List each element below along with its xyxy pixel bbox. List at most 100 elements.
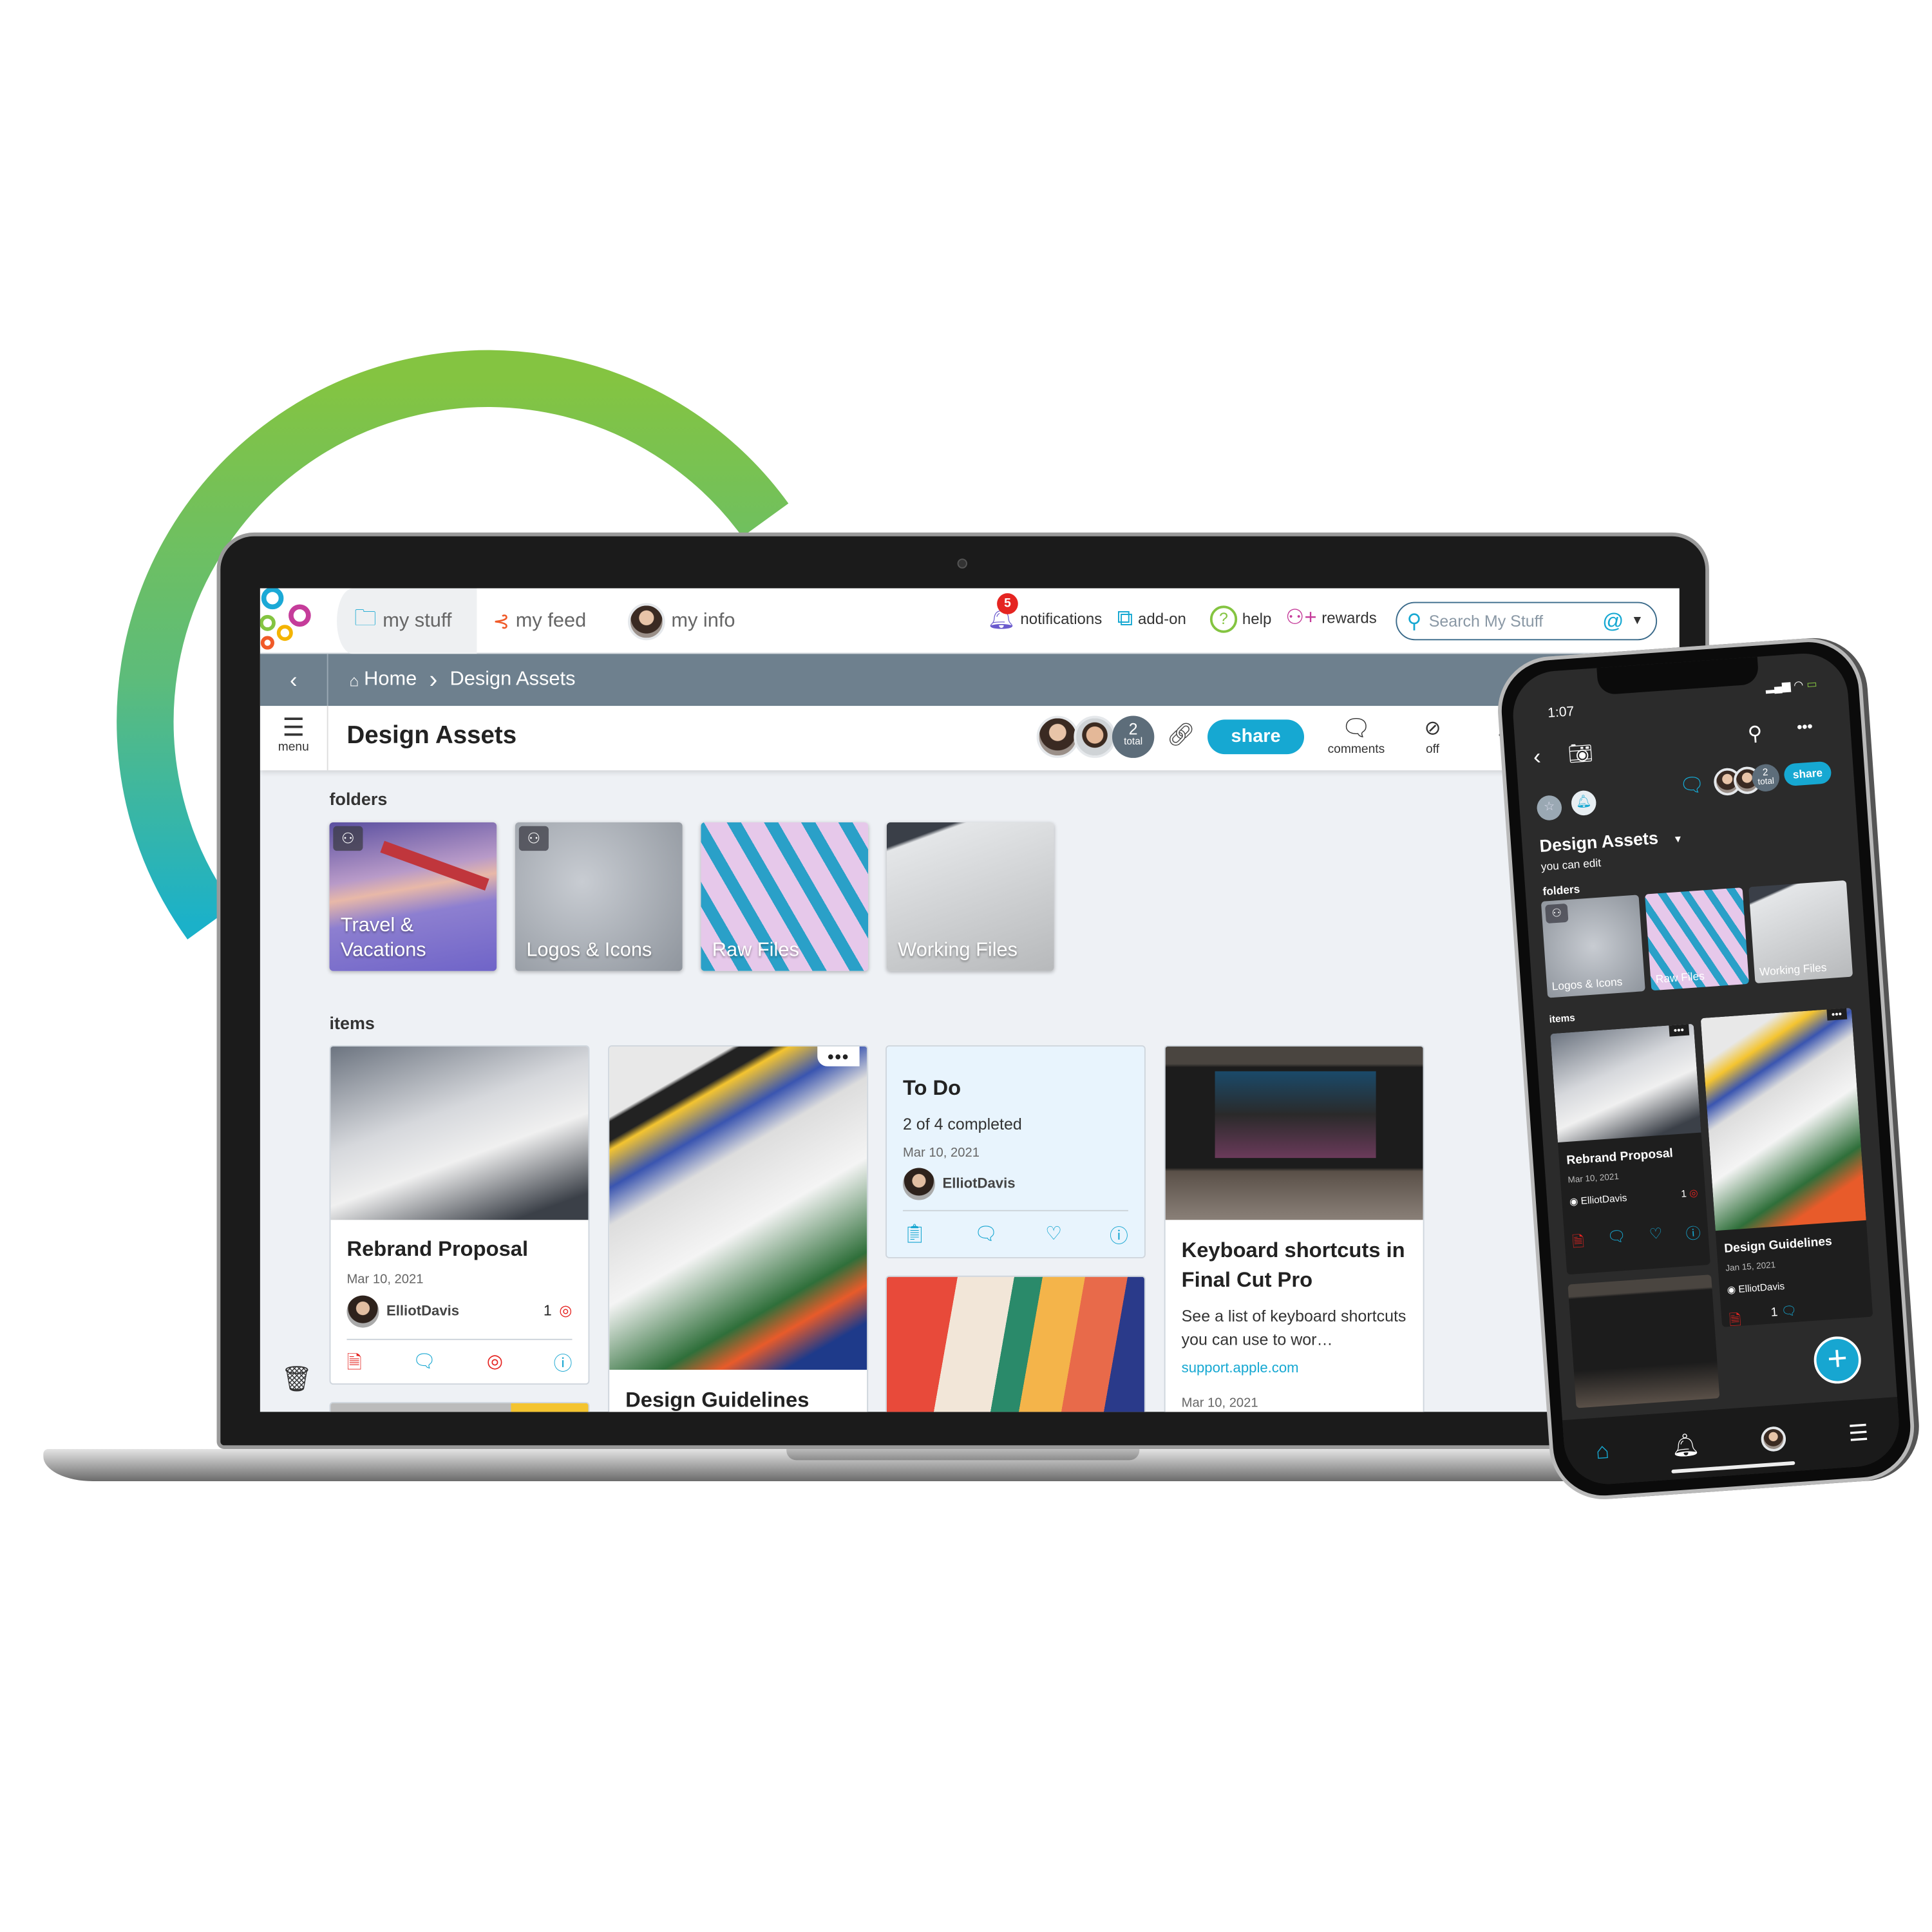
heart-icon[interactable]: ♡ [1649,1225,1663,1252]
notification-badge: 5 [997,593,1018,614]
share-button[interactable]: share [1208,719,1305,755]
heart-icon[interactable]: ♡ [1045,1222,1062,1248]
home-icon: ⌂ [349,670,359,690]
todo-card[interactable]: To Do 2 of 4 completed Mar 10, 2021 Elli… [886,1045,1146,1258]
folder-name: Logos & Icons [1551,975,1623,993]
folder-tile[interactable]: Working Files [886,822,1054,971]
addon-label: add-on [1138,610,1186,628]
item-actions: 🗎 🗨︎ ♡ ⓘ [1571,1222,1701,1256]
add-button[interactable]: + [1812,1334,1863,1385]
home-icon[interactable]: ⌂ [1595,1437,1610,1464]
more-options-button[interactable]: ••• [1668,1024,1690,1037]
member-avatar[interactable] [1036,715,1079,758]
folder-tile[interactable]: Working Files [1748,880,1853,984]
comment-icon[interactable]: 🗨︎ [974,1222,998,1248]
help-button[interactable]: ? help [1209,605,1272,633]
more-options-button[interactable]: ••• [1826,1008,1848,1021]
members-total-label: total [1757,777,1775,788]
chevron-right-icon: › [429,665,438,693]
item-card[interactable]: ••• Design Guidelines Jan 15, 2021 ◉ Ell… [1700,1007,1873,1327]
item-card[interactable] [329,1401,590,1412]
tab-my-feed[interactable]: ⊰ my feed [493,588,586,654]
rewards-button[interactable]: ⚇+ rewards [1285,605,1377,630]
add-user-icon: ⚇+ [1285,605,1317,629]
camera-icon[interactable]: 📷︎ [1567,741,1594,767]
avatar [628,602,665,640]
link-icon[interactable]: 🔗︎ [1167,722,1195,748]
folder-name: Working Files [898,940,1018,961]
item-card[interactable] [1567,1274,1720,1408]
hamburger-icon[interactable]: ☰ [1848,1419,1870,1446]
comment-icon[interactable]: 🗨︎ [1607,1227,1627,1255]
more-options-button[interactable]: ••• [1796,717,1813,736]
bell-icon[interactable]: 🔔︎ [1671,1431,1701,1459]
help-label: help [1242,611,1272,629]
item-owner: ElliotDavis [902,1168,1016,1200]
item-image [1700,1007,1866,1231]
item-card[interactable]: Rebrand Proposal Mar 10, 2021 ElliotDavi… [329,1045,590,1385]
item-card[interactable]: ••• Rebrand Proposal Mar 10, 2021 ◉ Elli… [1550,1023,1710,1275]
info-icon[interactable]: ⓘ [554,1350,573,1381]
chevron-down-icon[interactable]: ▼ [1631,614,1643,628]
item-link[interactable]: support.apple.com [1182,1361,1299,1376]
comment-icon[interactable]: 🗨︎ [412,1350,436,1381]
search-input[interactable]: Search My Stuff [1429,612,1595,630]
item-card[interactable]: ••• Design Guidelines [608,1045,869,1412]
at-icon[interactable]: @ [1602,609,1624,633]
folder-tile[interactable]: ⚇ Travel & Vacations [329,822,497,971]
hamburger-icon: ☰ [282,714,305,742]
item-card[interactable]: Keyboard shortcuts in Final Cut Pro See … [1164,1045,1425,1412]
item-image [1550,1023,1701,1143]
rss-icon: ⊰ [493,611,510,632]
notifications-button[interactable]: 🔔︎ 5 notifications [987,593,1102,631]
profile-avatar[interactable] [1761,1425,1788,1452]
info-icon[interactable]: ⓘ [1110,1222,1128,1248]
info-icon[interactable]: ⓘ [1685,1222,1702,1249]
comments-button[interactable]: 🗨︎ comments [1328,716,1385,757]
items-heading: items [329,1013,375,1033]
phone-notch [1596,656,1759,696]
trash-icon[interactable]: 🗑︎ [281,1363,313,1394]
target-icon[interactable]: ◎ [487,1350,503,1381]
chevron-left-icon: ‹ [290,667,298,692]
folder-tile[interactable]: Raw Files [1644,887,1749,991]
pdf-icon[interactable]: 🗎 [1571,1230,1585,1257]
laptop-notch [786,1449,1140,1461]
clipboard-icon[interactable]: 📋︎ [903,1222,927,1248]
puzzle-icon: ⧉ [1117,605,1133,630]
search-box[interactable]: ⚲ Search My Stuff @ ▼ [1396,601,1658,641]
back-button[interactable]: ‹ [1533,744,1542,770]
shared-icon: ⚇ [333,826,363,851]
pdf-icon[interactable]: 🗎 [346,1350,361,1381]
breadcrumb-home[interactable]: Home [364,668,417,691]
folder-tile[interactable]: ⚇ Logos & Icons [1540,895,1645,998]
shared-icon: ⚇ [518,826,549,851]
tab-my-info[interactable]: my info [628,588,735,654]
phone-title[interactable]: Design Assets ▼ [1539,826,1683,856]
folder-name: Travel & Vacations [340,915,426,961]
star-icon[interactable]: ☆ [1536,794,1563,821]
pdf-icon[interactable]: 🗎 [1728,1309,1742,1327]
members-count[interactable]: 2 total [1112,715,1155,758]
share-button[interactable]: share [1783,761,1832,787]
back-button[interactable]: ‹ [260,654,328,706]
notify-off-button[interactable]: ⊘ off [1425,716,1441,757]
laptop-screen: 🗀 my stuff ⊰ my feed my info 🔔︎ 5 notific… [260,588,1680,1412]
owner-name: ElliotDavis [942,1176,1016,1192]
bell-check-icon[interactable]: 🔔︎ [1570,790,1597,817]
tab-my-stuff[interactable]: 🗀 my stuff [337,588,477,654]
folder-tile[interactable]: ⚇ Logos & Icons [515,822,683,971]
menu-button[interactable]: ☰ menu [260,706,328,771]
members-total-label: total [1124,735,1143,747]
item-card[interactable] [886,1275,1146,1412]
addon-button[interactable]: ⧉ add-on [1117,605,1186,631]
breadcrumb-current: Design Assets [450,668,576,690]
search-icon[interactable]: ⚲ [1747,721,1763,747]
member-avatar[interactable] [1074,715,1116,758]
comment-icon[interactable]: 🗨︎ [1678,772,1705,799]
folder-tile[interactable]: Raw Files [701,822,869,971]
page-title: Design Assets [346,722,517,750]
more-options-button[interactable]: ••• [817,1046,860,1066]
comment-count[interactable]: 1 🗨︎ [1770,1305,1797,1320]
avatar [346,1295,379,1328]
